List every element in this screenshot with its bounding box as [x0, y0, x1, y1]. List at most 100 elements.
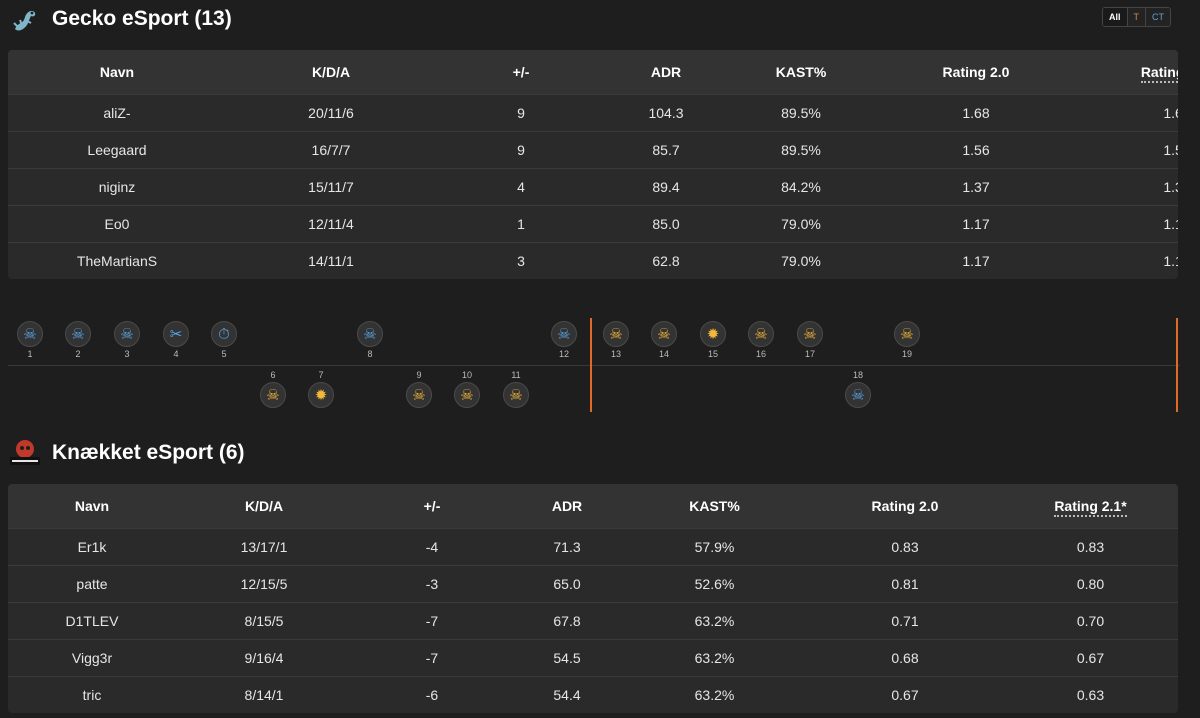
round-1[interactable]: ☠ 1 — [17, 321, 43, 361]
player-name[interactable]: niginz — [8, 167, 226, 205]
round-number: 7 — [318, 370, 324, 380]
table-row[interactable]: D1TLEV 8/15/5 -7 67.8 63.2% 0.71 0.70 — [8, 601, 1178, 639]
round-17[interactable]: ☠ 17 — [797, 321, 823, 361]
skull-icon: ☠ — [797, 321, 823, 347]
stat-cell: 12/11/4 — [226, 204, 436, 242]
round-number: 5 — [221, 349, 227, 359]
bomb-explosion-icon: ✹ — [308, 382, 334, 408]
round-number: 6 — [270, 370, 276, 380]
table-row[interactable]: Vigg3r 9/16/4 -7 54.5 63.2% 0.68 0.67 — [8, 638, 1178, 676]
stat-cell: 12/15/5 — [176, 564, 352, 602]
table-row[interactable]: Er1k 13/17/1 -4 71.3 57.9% 0.83 0.83 — [8, 527, 1178, 565]
round-number: 9 — [416, 370, 422, 380]
stat-cell: 1.67 — [1076, 93, 1178, 131]
round-15[interactable]: ✹ 15 — [700, 321, 726, 361]
round-16[interactable]: ☠ 16 — [748, 321, 774, 361]
stat-cell: -4 — [352, 527, 512, 565]
round-13[interactable]: ☠ 13 — [603, 321, 629, 361]
round-number: 15 — [707, 349, 718, 359]
col-navn[interactable]: Navn — [8, 484, 176, 528]
table-row[interactable]: Leegaard16/7/7985.789.5%1.561.54 — [8, 130, 1178, 168]
stat-cell: 57.9% — [622, 527, 807, 565]
filter-ct[interactable]: CT — [1145, 8, 1171, 26]
stat-cell: 1.32 — [1076, 167, 1178, 205]
round-number: 1 — [27, 349, 33, 359]
col-plusminus[interactable]: +/- — [436, 50, 606, 94]
table-row[interactable]: patte 12/15/5 -3 65.0 52.6% 0.81 0.80 — [8, 564, 1178, 602]
table-row[interactable]: niginz15/11/7489.484.2%1.371.32 — [8, 167, 1178, 205]
stat-cell: 1.37 — [876, 167, 1076, 205]
player-name[interactable]: Leegaard — [8, 130, 226, 168]
player-name[interactable]: Vigg3r — [8, 638, 176, 676]
round-number: 13 — [610, 349, 621, 359]
team1-header: Gecko eSport (13) — [8, 2, 232, 36]
player-name[interactable]: aliZ- — [8, 93, 226, 131]
round-2[interactable]: ☠ 2 — [65, 321, 91, 361]
round-10[interactable]: 10 ☠ — [454, 368, 480, 408]
player-name[interactable]: patte — [8, 564, 176, 602]
table-row[interactable]: aliZ-20/11/69104.389.5%1.681.67 — [8, 93, 1178, 131]
round-8[interactable]: ☠ 8 — [357, 321, 383, 361]
stat-cell: -7 — [352, 638, 512, 676]
team2-stats-table: Navn K/D/A +/- ADR KAST% Rating 2.0 Rati… — [8, 484, 1178, 713]
stat-cell: 0.70 — [1003, 601, 1178, 639]
player-name[interactable]: TheMartianS — [8, 241, 226, 279]
round-5[interactable]: ⏱ 5 — [211, 321, 237, 361]
col-kast[interactable]: KAST% — [622, 484, 807, 528]
col-rating21[interactable]: Rating 2.1* — [1003, 484, 1178, 528]
stat-cell: 62.8 — [606, 241, 726, 279]
bomb-explosion-icon: ✹ — [700, 321, 726, 347]
col-adr[interactable]: ADR — [606, 50, 726, 94]
stat-cell: 1.56 — [876, 130, 1076, 168]
stat-cell: 89.4 — [606, 167, 726, 205]
round-6[interactable]: 6 ☠ — [260, 368, 286, 408]
player-name[interactable]: Eo0 — [8, 204, 226, 242]
player-name[interactable]: Er1k — [8, 527, 176, 565]
team2-header: Knækket eSport (6) — [8, 436, 245, 470]
col-kda[interactable]: K/D/A — [176, 484, 352, 528]
skull-icon: ☠ — [357, 321, 383, 347]
filter-t[interactable]: T — [1126, 8, 1146, 26]
stat-cell: 1.16 — [1076, 204, 1178, 242]
match-end-marker — [1176, 318, 1178, 412]
col-rating21[interactable]: Rating 2.1* — [1076, 50, 1178, 94]
stat-cell: 14/11/1 — [226, 241, 436, 279]
round-4[interactable]: ✂ 4 — [163, 321, 189, 361]
round-14[interactable]: ☠ 14 — [651, 321, 677, 361]
team1-name: Gecko eSport (13) — [52, 7, 232, 30]
col-adr[interactable]: ADR — [512, 484, 622, 528]
stat-cell: 3 — [436, 241, 606, 279]
table-row[interactable]: Eo012/11/4185.079.0%1.171.16 — [8, 204, 1178, 242]
round-12[interactable]: ☠ 12 — [551, 321, 577, 361]
round-19[interactable]: ☠ 19 — [894, 321, 920, 361]
col-rating20[interactable]: Rating 2.0 — [876, 50, 1076, 94]
col-rating20[interactable]: Rating 2.0 — [807, 484, 1003, 528]
stat-cell: 79.0% — [726, 204, 876, 242]
skull-icon: ☠ — [894, 321, 920, 347]
player-name[interactable]: D1TLEV — [8, 601, 176, 639]
stat-cell: 63.2% — [622, 638, 807, 676]
stat-cell: 9 — [436, 93, 606, 131]
round-3[interactable]: ☠ 3 — [114, 321, 140, 361]
col-kast[interactable]: KAST% — [726, 50, 876, 94]
stat-cell: 54.5 — [512, 638, 622, 676]
round-number: 16 — [755, 349, 766, 359]
stat-cell: -6 — [352, 675, 512, 713]
round-9[interactable]: 9 ☠ — [406, 368, 432, 408]
col-plusminus[interactable]: +/- — [352, 484, 512, 528]
stat-cell: 63.2% — [622, 601, 807, 639]
col-navn[interactable]: Navn — [8, 50, 226, 94]
player-name[interactable]: tric — [8, 675, 176, 713]
round-number: 18 — [852, 370, 863, 380]
stat-cell: 67.8 — [512, 601, 622, 639]
round-18[interactable]: 18 ☠ — [845, 368, 871, 408]
table-row[interactable]: tric 8/14/1 -6 54.4 63.2% 0.67 0.63 — [8, 675, 1178, 713]
table-row[interactable]: TheMartianS14/11/1362.879.0%1.171.13 — [8, 241, 1178, 279]
round-11[interactable]: 11 ☠ — [503, 368, 529, 408]
round-number: 2 — [75, 349, 81, 359]
team1-stats-table: Navn K/D/A +/- ADR KAST% Rating 2.0 Rati… — [8, 50, 1178, 279]
col-kda[interactable]: K/D/A — [226, 50, 436, 94]
round-7[interactable]: 7 ✹ — [308, 368, 334, 408]
knaekket-logo-icon — [8, 436, 42, 470]
filter-all[interactable]: All — [1103, 8, 1127, 26]
